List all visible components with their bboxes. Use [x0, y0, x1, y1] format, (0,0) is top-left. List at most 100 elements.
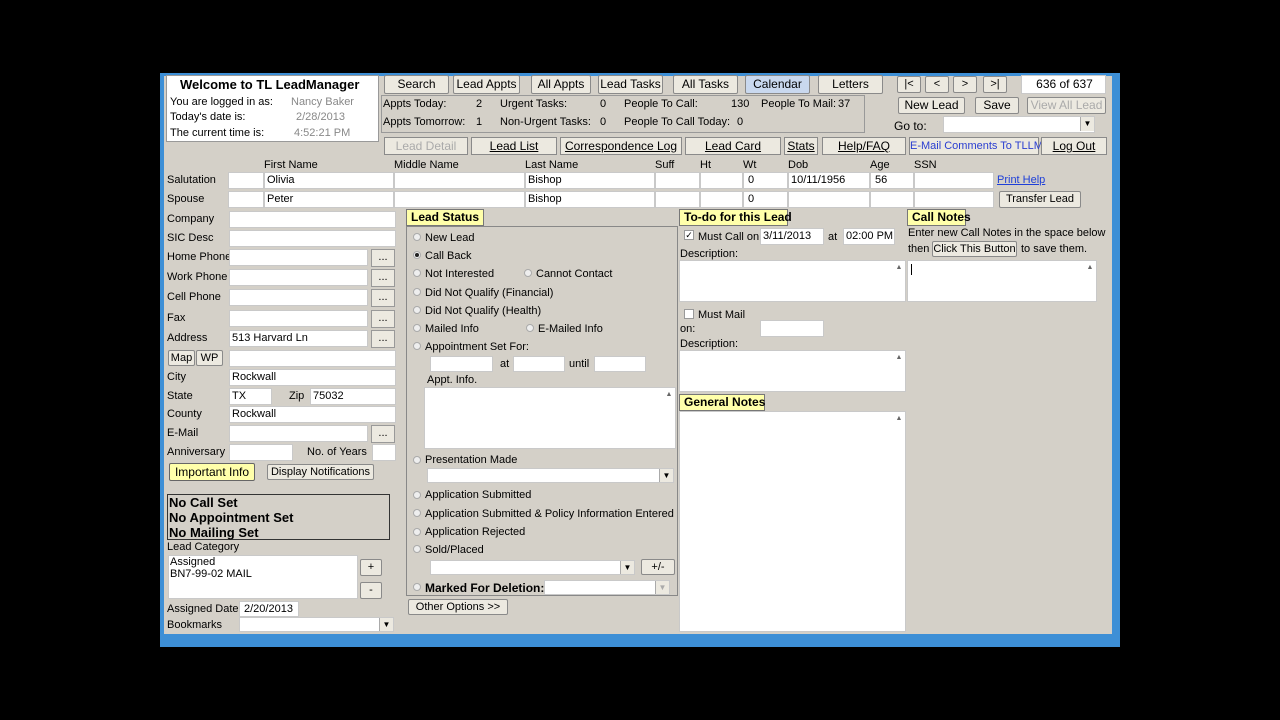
- anniversary-field[interactable]: [229, 444, 293, 461]
- appt-info-textarea[interactable]: ▲▼: [424, 387, 676, 449]
- save-call-notes-button[interactable]: Click This Button: [932, 241, 1017, 257]
- tab-lead-detail[interactable]: Lead Detail: [384, 137, 468, 155]
- not-interested-radio[interactable]: [413, 269, 421, 277]
- next-record-button[interactable]: >: [953, 76, 977, 93]
- years-field[interactable]: [372, 444, 396, 461]
- zip-field[interactable]: 75032: [310, 388, 396, 405]
- call-back-radio[interactable]: [413, 251, 421, 259]
- map-button[interactable]: Map: [168, 350, 195, 366]
- scrollbar[interactable]: ▲▼: [1084, 261, 1096, 301]
- save-button[interactable]: Save: [975, 97, 1019, 114]
- plus-minus-button[interactable]: +/-: [641, 559, 675, 575]
- ssn-field[interactable]: [914, 172, 994, 189]
- application-policy-radio[interactable]: [413, 509, 421, 517]
- last-name-field[interactable]: Bishop: [525, 172, 655, 189]
- sold-placed-select[interactable]: ▼: [430, 560, 635, 575]
- letters-button[interactable]: Letters: [818, 75, 883, 94]
- spouse-weight-field[interactable]: 0: [743, 191, 788, 208]
- sic-field[interactable]: [229, 230, 396, 247]
- cannot-contact-radio[interactable]: [524, 269, 532, 277]
- dnq-health-radio[interactable]: [413, 306, 421, 314]
- remove-category-button[interactable]: -: [360, 582, 382, 599]
- lead-category-item[interactable]: Assigned: [170, 556, 215, 568]
- appointment-start-field[interactable]: [513, 356, 565, 372]
- call-description-textarea[interactable]: ▲▼: [679, 260, 906, 302]
- general-notes-textarea[interactable]: ▲▼: [679, 411, 906, 632]
- wp-button[interactable]: WP: [196, 350, 223, 366]
- work-phone-field[interactable]: [229, 269, 368, 286]
- spouse-middle-name-field[interactable]: [394, 191, 525, 208]
- all-tasks-button[interactable]: All Tasks: [673, 75, 738, 94]
- mail-description-textarea[interactable]: ▲▼: [679, 350, 906, 392]
- age-field[interactable]: 56: [870, 172, 914, 189]
- assigned-date-field[interactable]: 2/20/2013: [239, 601, 299, 617]
- email-more-button[interactable]: ...: [371, 425, 395, 443]
- address-line2-field[interactable]: [229, 350, 396, 367]
- weight-field[interactable]: 0: [743, 172, 788, 189]
- dob-field[interactable]: 10/11/1956: [788, 172, 870, 189]
- address-field[interactable]: 513 Harvard Ln: [229, 330, 368, 347]
- call-date-field[interactable]: 3/11/2013: [760, 228, 824, 245]
- display-notifications-button[interactable]: Display Notifications: [267, 464, 374, 480]
- fax-more-button[interactable]: ...: [371, 310, 395, 328]
- bookmarks-select[interactable]: ▼: [239, 617, 394, 632]
- add-category-button[interactable]: +: [360, 559, 382, 576]
- middle-name-field[interactable]: [394, 172, 525, 189]
- height-field[interactable]: [700, 172, 743, 189]
- application-rejected-radio[interactable]: [413, 528, 421, 536]
- last-record-button[interactable]: >|: [983, 76, 1007, 93]
- view-all-lead-button[interactable]: View All Lead: [1027, 97, 1106, 114]
- suffix-field[interactable]: [655, 172, 700, 189]
- dnq-financial-radio[interactable]: [413, 288, 421, 296]
- sold-placed-radio[interactable]: [413, 545, 421, 553]
- new-lead-button[interactable]: New Lead: [898, 97, 965, 114]
- company-field[interactable]: [229, 211, 396, 228]
- lead-category-item[interactable]: BN7-99-02 MAIL: [170, 568, 252, 580]
- mailed-info-radio[interactable]: [413, 324, 421, 332]
- spouse-suffix-field[interactable]: [655, 191, 700, 208]
- tab-correspondence-log[interactable]: Correspondence Log: [560, 137, 682, 155]
- first-record-button[interactable]: |<: [897, 76, 921, 93]
- spouse-dob-field[interactable]: [788, 191, 870, 208]
- spouse-height-field[interactable]: [700, 191, 743, 208]
- appointment-set-radio[interactable]: [413, 342, 421, 350]
- lead-appts-button[interactable]: Lead Appts: [453, 75, 520, 94]
- presentation-select[interactable]: ▼: [427, 468, 674, 483]
- email-field[interactable]: [229, 425, 368, 442]
- call-time-field[interactable]: 02:00 PM: [843, 228, 895, 245]
- search-button[interactable]: Search: [384, 75, 449, 94]
- prev-record-button[interactable]: <: [925, 76, 949, 93]
- lead-tasks-button[interactable]: Lead Tasks: [598, 75, 663, 94]
- tab-help-faq[interactable]: Help/FAQ: [822, 137, 906, 155]
- spouse-salutation-field[interactable]: [228, 191, 264, 208]
- scrollbar[interactable]: ▲▼: [893, 351, 905, 391]
- work-phone-more-button[interactable]: ...: [371, 269, 395, 287]
- calendar-button[interactable]: Calendar: [745, 75, 810, 94]
- application-submitted-radio[interactable]: [413, 491, 421, 499]
- first-name-field[interactable]: Olivia: [264, 172, 394, 189]
- home-phone-more-button[interactable]: ...: [371, 249, 395, 267]
- fax-field[interactable]: [229, 310, 368, 327]
- all-appts-button[interactable]: All Appts: [531, 75, 591, 94]
- tab-email-comments[interactable]: E-Mail Comments To TLLM: [909, 137, 1043, 155]
- cell-phone-more-button[interactable]: ...: [371, 289, 395, 307]
- important-info-button[interactable]: Important Info: [169, 463, 255, 481]
- new-lead-radio[interactable]: [413, 233, 421, 241]
- spouse-first-name-field[interactable]: Peter: [264, 191, 394, 208]
- goto-select[interactable]: ▼: [943, 116, 1095, 133]
- tab-log-out[interactable]: Log Out: [1041, 137, 1107, 155]
- tab-lead-list[interactable]: Lead List: [471, 137, 557, 155]
- spouse-last-name-field[interactable]: Bishop: [525, 191, 655, 208]
- tab-lead-card[interactable]: Lead Card: [685, 137, 781, 155]
- salutation-field[interactable]: [228, 172, 264, 189]
- scrollbar[interactable]: ▲▼: [663, 388, 675, 448]
- call-notes-textarea[interactable]: ▲▼: [907, 260, 1097, 302]
- must-mail-checkbox[interactable]: [684, 309, 694, 319]
- mail-date-field[interactable]: [760, 320, 824, 337]
- appointment-date-field[interactable]: [430, 356, 493, 372]
- appointment-end-field[interactable]: [594, 356, 646, 372]
- state-field[interactable]: TX: [229, 388, 272, 405]
- home-phone-field[interactable]: [229, 249, 368, 266]
- address-more-button[interactable]: ...: [371, 330, 395, 348]
- marked-deletion-select[interactable]: ▼: [544, 580, 670, 595]
